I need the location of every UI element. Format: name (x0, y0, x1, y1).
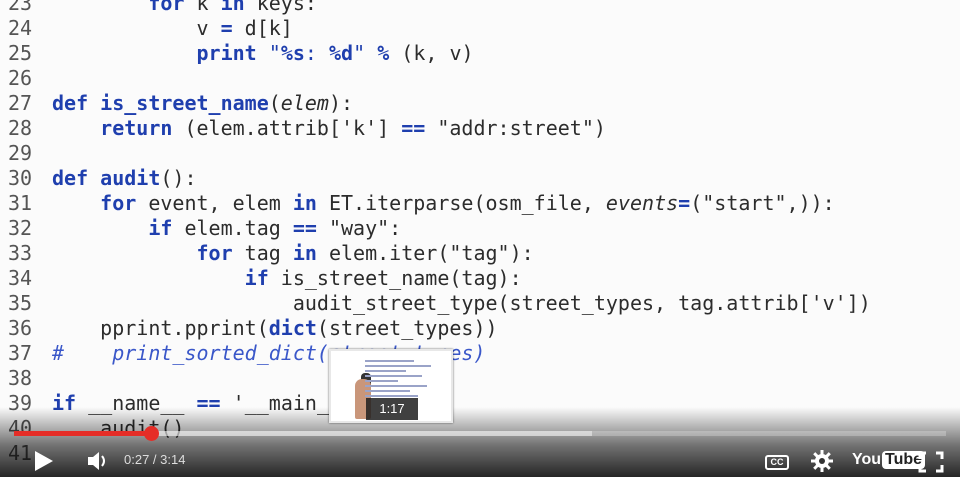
volume-icon[interactable] (86, 450, 112, 472)
code-line: 32 if elem.tag == "way": (0, 216, 960, 241)
code-line: 33 for tag in elem.iter("tag"): (0, 241, 960, 266)
code-text: def is_street_name(elem): (52, 91, 354, 115)
code-line: 31 for event, elem in ET.iterparse(osm_f… (0, 191, 960, 216)
code-text: pprint.pprint(dict(street_types)) (52, 316, 498, 340)
progress-bar[interactable] (14, 426, 946, 441)
code-text: def audit(): (52, 166, 197, 190)
play-icon[interactable] (35, 451, 53, 471)
code-line: 23 for k in keys: (0, 0, 960, 16)
line-number: 29 (8, 141, 33, 165)
code-line: 28 return (elem.attrib['k'] == "addr:str… (0, 116, 960, 141)
line-number: 38 (8, 366, 33, 390)
code-line: 25 print "%s: %d" % (k, v) (0, 41, 960, 66)
line-number: 33 (8, 241, 33, 265)
code-frame: 23 for k in keys: 24 v = d[k] 25 print "%s… (0, 0, 960, 466)
code-line: 38 (0, 366, 960, 391)
code-text: for event, elem in ET.iterparse(osm_file… (100, 191, 835, 215)
line-number: 37 (8, 341, 33, 365)
code-line: 37 # print_sorted_dict(street_types) (0, 341, 960, 366)
code-line: 36 pprint.pprint(dict(street_types)) (0, 316, 960, 341)
youtube-logo[interactable]: You Tube (852, 451, 926, 469)
code-text: if elem.tag == "way": (148, 216, 402, 240)
line-number: 25 (8, 41, 33, 65)
progress-played (14, 431, 151, 436)
preview-timestamp: 1:17 (366, 398, 418, 420)
code-text: for tag in elem.iter("tag"): (196, 241, 534, 265)
captions-button[interactable]: CC (765, 455, 789, 470)
code-text: if is_street_name(tag): (244, 266, 522, 290)
line-number: 27 (8, 91, 33, 115)
code-text: print "%s: %d" % (k, v) (196, 41, 474, 65)
line-number: 34 (8, 266, 33, 290)
code-line: 26 (0, 66, 960, 91)
code-text: return (elem.attrib['k'] == "addr:street… (100, 116, 606, 140)
video-player[interactable]: 23 for k in keys: 24 v = d[k] 25 print "%s… (0, 0, 960, 477)
time-display: 0:27 / 3:14 (124, 452, 186, 467)
code-line: 30 def audit(): (0, 166, 960, 191)
settings-gear-icon[interactable] (810, 449, 834, 473)
fullscreen-icon[interactable] (918, 451, 944, 473)
code-text: v = d[k] (52, 16, 293, 40)
code-text: audit_street_type(street_types, tag.attr… (52, 291, 871, 315)
line-number: 26 (8, 66, 33, 90)
code-text: for k in keys: (148, 0, 317, 15)
line-number: 31 (8, 191, 33, 215)
line-number: 36 (8, 316, 33, 340)
youtube-logo-you: You (852, 451, 882, 468)
code-line: 34 if is_street_name(tag): (0, 266, 960, 291)
line-number: 24 (8, 16, 33, 40)
code-line: 29 (0, 141, 960, 166)
code-line: 24 v = d[k] (0, 16, 960, 41)
line-number: 30 (8, 166, 33, 190)
line-number: 23 (8, 0, 33, 15)
line-number: 28 (8, 116, 33, 140)
progress-scrubber[interactable] (144, 426, 159, 441)
code-line: 35 audit_street_type(street_types, tag.a… (0, 291, 960, 316)
line-number: 35 (8, 291, 33, 315)
line-number: 32 (8, 216, 33, 240)
code-line: 27 def is_street_name(elem): (0, 91, 960, 116)
